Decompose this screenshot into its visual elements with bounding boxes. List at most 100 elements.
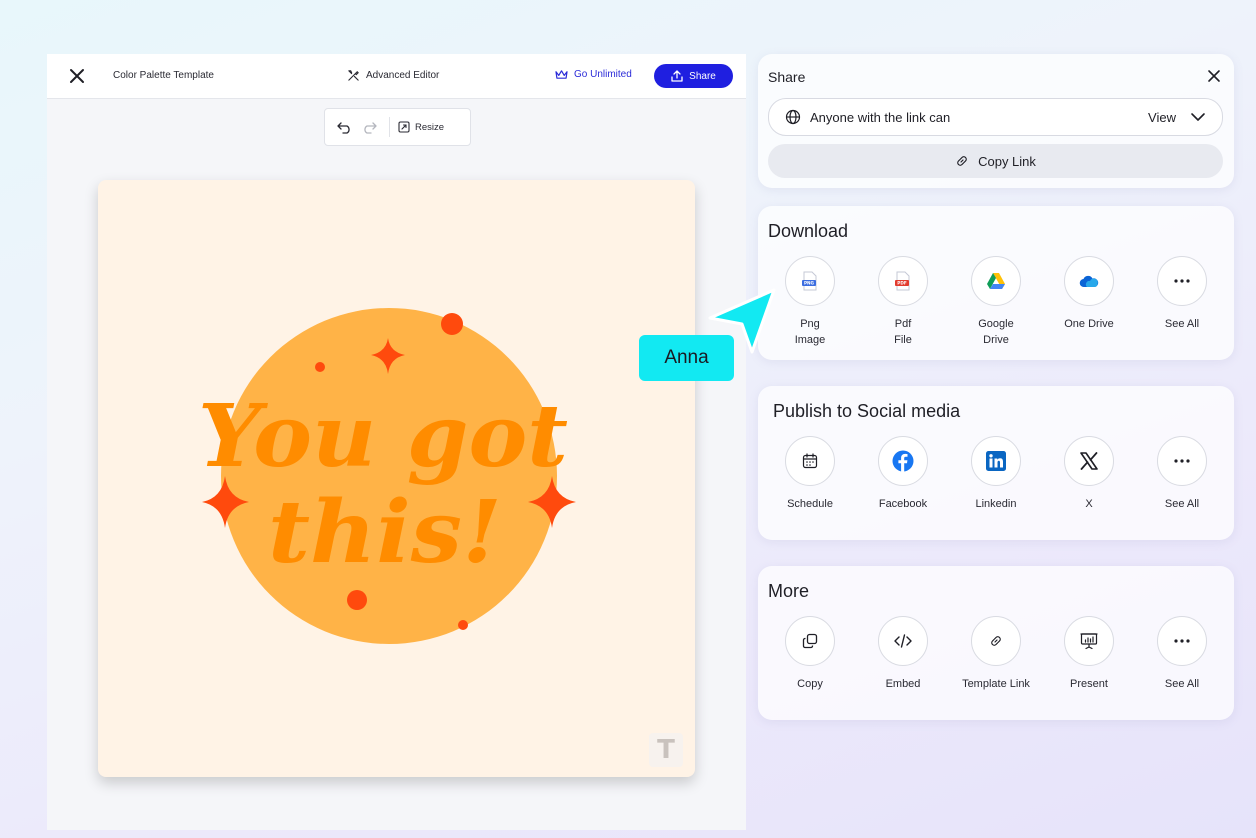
share-panel-title: Share [768,69,806,85]
option-circle: PNG [785,256,835,306]
present-label: Present [1070,678,1108,690]
resize-label: Resize [415,121,445,133]
template-link-label: Template Link [962,678,1030,690]
option-circle [1157,616,1207,666]
facebook-label: Facebook [878,498,928,510]
linkedin-button[interactable]: Linkedin [946,436,1046,512]
option-circle [1064,256,1114,306]
advanced-editor-button[interactable]: Advanced Editor [347,69,439,82]
see-all-label: See All [1164,498,1200,510]
more-title: More [768,581,810,601]
share-panel: Share Anyone with the link can View Copy… [758,54,1234,188]
share-button-label: Share [689,70,716,82]
more-dots-icon [1174,279,1190,283]
onedrive-label: One Drive [1064,318,1114,330]
redo-icon [364,122,377,134]
more-panel: More Copy Embed Template Link Present Se… [758,566,1234,720]
share-button[interactable]: Share [654,64,733,88]
download-png-label: Png Image [794,318,826,346]
more-dots-icon [1174,459,1190,463]
canvas-toolbar: Resize [324,108,471,146]
png-file-icon: PNG [802,271,817,291]
red-dot [315,362,325,372]
toolbar-divider [389,117,390,137]
facebook-icon [892,450,914,472]
tools-icon [348,70,359,81]
see-all-label: See All [1164,678,1200,690]
facebook-button[interactable]: Facebook [853,436,953,512]
onedrive-button[interactable]: One Drive [1039,256,1139,332]
svg-text:PDF: PDF [897,281,907,286]
option-circle [878,436,928,486]
calendar-icon [802,453,818,469]
linkedin-label: Linkedin [975,498,1017,510]
present-button[interactable]: Present [1039,616,1139,692]
google-drive-button[interactable]: Google Drive [946,256,1046,348]
red-dot [347,590,367,610]
option-circle: PDF [878,256,928,306]
option-circle [1064,616,1114,666]
editor-topbar: Color Palette Template Advanced Editor G… [47,54,746,99]
copy-label: Copy [797,678,823,690]
advanced-editor-label: Advanced Editor [366,70,440,81]
close-icon[interactable] [67,66,87,86]
template-link-button[interactable]: Template Link [946,616,1046,692]
option-circle [971,616,1021,666]
crown-icon [555,70,568,79]
embed-label: Embed [885,678,921,690]
copy-link-button[interactable]: Copy Link [768,144,1223,178]
document-title: Color Palette Template [113,70,214,81]
copy-link-label: Copy Link [978,153,1036,169]
pdf-file-icon: PDF [895,271,910,291]
close-icon[interactable] [1206,68,1222,84]
social-see-all-button[interactable]: See All [1132,436,1232,512]
linkedin-icon [986,451,1006,471]
google-drive-icon [987,273,1005,289]
download-see-all-button[interactable]: See All [1132,256,1232,332]
go-unlimited-label: Go Unlimited [574,69,632,80]
resize-button[interactable]: Resize [398,121,444,133]
undo-icon [337,122,350,134]
more-see-all-button[interactable]: See All [1132,616,1232,692]
schedule-button[interactable]: Schedule [760,436,860,512]
option-circle [785,436,835,486]
svg-text:PNG: PNG [804,281,815,286]
go-unlimited-button[interactable]: Go Unlimited [555,69,632,80]
red-dot [441,313,463,335]
option-circle [1157,436,1207,486]
globe-icon [785,109,801,125]
headline-line-2: this! [268,482,502,583]
resize-icon [398,121,410,133]
onedrive-icon [1079,275,1099,287]
option-circle [1157,256,1207,306]
x-label: X [1085,498,1093,510]
option-circle [971,256,1021,306]
option-circle [1064,436,1114,486]
download-pdf-label: Pdf File [894,318,912,346]
download-pdf-button[interactable]: PDF Pdf File [853,256,953,348]
red-dot [458,620,468,630]
social-panel: Publish to Social media Schedule Faceboo [758,386,1234,540]
link-access-text: Anyone with the link can [810,110,951,125]
code-icon [894,634,912,648]
download-panel: Download PNG Png Image PDF Pdf File Goog… [758,206,1234,360]
editor-area: Color Palette Template Advanced Editor G… [47,54,746,830]
upload-icon [671,70,683,82]
link-permission-value: View [1148,110,1176,125]
design-canvas[interactable]: You got this! T [98,180,695,777]
x-icon [1080,452,1098,470]
chevron-down-icon [1191,113,1205,121]
link-icon [957,156,967,166]
copy-button[interactable]: Copy [760,616,860,692]
x-button[interactable]: X [1039,436,1139,512]
embed-button[interactable]: Embed [853,616,953,692]
download-title: Download [768,221,849,241]
redo-button[interactable] [357,115,381,139]
option-circle [785,616,835,666]
see-all-label: See All [1164,318,1200,330]
undo-button[interactable] [333,115,357,139]
google-drive-label: Google Drive [978,318,1014,346]
link-access-dropdown[interactable]: Anyone with the link can View [768,98,1223,136]
link-icon [991,636,1001,646]
option-circle [878,616,928,666]
